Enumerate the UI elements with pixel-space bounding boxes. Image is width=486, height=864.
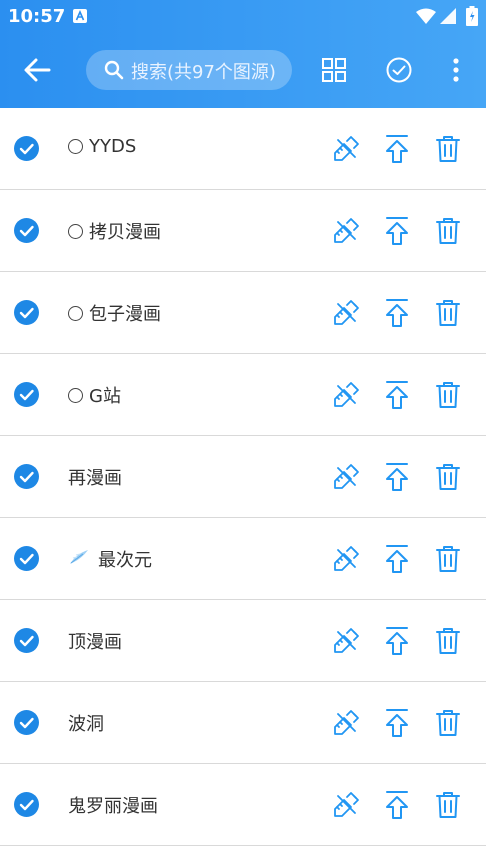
checkbox[interactable] [14,464,39,489]
list-item[interactable]: 波洞 [0,682,486,764]
source-name: 波洞 [68,714,104,735]
edit-icon[interactable] [332,627,360,655]
radio-circle-icon [68,305,83,321]
search-placeholder: 搜索(共97个图源) [131,62,276,83]
source-name: 再漫画 [68,468,122,489]
radio-circle-icon [68,139,83,154]
checkbox[interactable] [14,628,39,653]
list-item[interactable]: 再漫画 [0,436,486,518]
source-name: 拷贝漫画 [89,222,161,243]
move-to-top-icon[interactable] [385,216,409,246]
app-bar: 10:57 搜索(共97个图源) [0,0,486,108]
checkbox[interactable] [14,792,39,817]
status-time: 10:57 [8,6,66,27]
checkbox[interactable] [14,710,39,735]
source-label: 包子漫画 [68,300,161,326]
edit-icon[interactable] [332,217,360,245]
source-label: YYDS [68,136,136,157]
wifi-icon [416,8,436,24]
edit-icon[interactable] [332,381,360,409]
checkbox[interactable] [14,136,39,161]
move-to-top-icon[interactable] [385,462,409,492]
list-item[interactable]: 顶漫画 [0,600,486,682]
source-label: 鬼罗丽漫画 [68,792,158,818]
move-to-top-icon[interactable] [385,544,409,574]
source-label: 拷贝漫画 [68,218,161,244]
list-item[interactable]: 鬼罗丽漫画 [0,764,486,846]
signal-icon [440,8,456,24]
grid-view-icon[interactable] [322,58,346,82]
checkbox[interactable] [14,300,39,325]
edit-icon[interactable] [332,709,360,737]
delete-trash-icon[interactable] [436,299,460,327]
list-item[interactable]: G站 [0,354,486,436]
delete-trash-icon[interactable] [436,709,460,737]
list-item[interactable]: 包子漫画 [0,272,486,354]
source-list: YYDS 拷贝漫画 包子漫画 G站 再漫画 最次元 顶漫画 波洞 鬼罗丽漫画 [0,108,486,846]
search-icon [104,60,124,80]
move-to-top-icon[interactable] [385,626,409,656]
delete-trash-icon[interactable] [436,381,460,409]
list-item[interactable]: 拷贝漫画 [0,190,486,272]
battery-icon [466,6,478,26]
source-label: 波洞 [68,710,104,736]
source-label: 顶漫画 [68,628,122,654]
move-to-top-icon[interactable] [385,790,409,820]
source-label: 再漫画 [68,464,122,490]
source-name: 顶漫画 [68,632,122,653]
delete-trash-icon[interactable] [436,791,460,819]
move-to-top-icon[interactable] [385,134,409,164]
source-name: 鬼罗丽漫画 [68,796,158,817]
radio-circle-icon [68,223,83,239]
more-vert-icon[interactable] [448,57,464,83]
move-to-top-icon[interactable] [385,380,409,410]
search-input[interactable]: 搜索(共97个图源) [86,50,292,90]
checkbox[interactable] [14,546,39,571]
source-name: 包子漫画 [89,304,161,325]
checkbox[interactable] [14,218,39,243]
move-to-top-icon[interactable] [385,708,409,738]
delete-trash-icon[interactable] [436,463,460,491]
source-name: G站 [89,386,121,407]
delete-trash-icon[interactable] [436,217,460,245]
delete-trash-icon[interactable] [436,545,460,573]
edit-icon[interactable] [332,135,360,163]
notification-a-icon [73,9,87,23]
list-item[interactable]: YYDS [0,108,486,190]
select-all-check-icon[interactable] [386,57,412,83]
source-label: G站 [68,382,121,408]
source-label: 最次元 [68,546,152,572]
delete-trash-icon[interactable] [436,627,460,655]
source-name: 最次元 [98,550,152,571]
move-to-top-icon[interactable] [385,298,409,328]
edit-icon[interactable] [332,463,360,491]
feather-icon [68,548,90,571]
checkbox[interactable] [14,382,39,407]
edit-icon[interactable] [332,545,360,573]
source-name: YYDS [89,136,137,157]
list-item[interactable]: 最次元 [0,518,486,600]
edit-icon[interactable] [332,791,360,819]
status-bar: 10:57 [0,0,486,32]
back-arrow-icon[interactable] [22,56,54,84]
radio-circle-icon [68,387,83,403]
edit-icon[interactable] [332,299,360,327]
delete-trash-icon[interactable] [436,135,460,163]
